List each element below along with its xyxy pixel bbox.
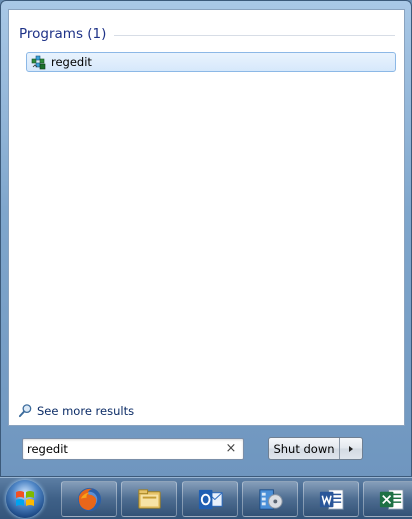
group-divider bbox=[114, 35, 395, 36]
search-box[interactable]: × bbox=[22, 438, 244, 460]
chevron-right-icon bbox=[349, 445, 353, 452]
start-menu: Programs (1) regedit See more results re… bbox=[0, 0, 412, 477]
outlook-icon bbox=[198, 489, 223, 510]
regedit-icon bbox=[31, 55, 46, 70]
shutdown-split-button: Shut down bbox=[268, 437, 363, 460]
excel-icon bbox=[379, 489, 404, 510]
shutdown-button[interactable]: Shut down bbox=[269, 438, 340, 459]
magnifier-icon bbox=[18, 404, 32, 418]
result-item-label: regedit bbox=[51, 55, 92, 69]
taskbar-media-button[interactable] bbox=[242, 481, 298, 517]
taskbar-excel-button[interactable] bbox=[363, 481, 412, 517]
windows-logo-icon bbox=[16, 491, 34, 506]
search-results-pane: Programs (1) regedit See more results bbox=[8, 9, 405, 426]
see-more-results-link[interactable]: See more results bbox=[18, 403, 134, 418]
taskbar-firefox-button[interactable] bbox=[61, 481, 117, 517]
see-more-label: See more results bbox=[37, 403, 135, 418]
search-input[interactable] bbox=[27, 440, 222, 458]
word-icon bbox=[319, 489, 344, 510]
firefox-icon bbox=[77, 487, 102, 512]
taskbar-explorer-button[interactable] bbox=[121, 481, 177, 517]
result-item-regedit[interactable]: regedit bbox=[26, 52, 396, 72]
taskbar-outlook-button[interactable] bbox=[182, 481, 238, 517]
results-group-header: Programs (1) bbox=[19, 26, 395, 42]
clear-search-icon[interactable]: × bbox=[224, 441, 238, 457]
programs-group-title: Programs (1) bbox=[19, 26, 107, 42]
explorer-icon bbox=[138, 489, 161, 509]
media-center-icon bbox=[259, 489, 283, 510]
taskbar-word-button[interactable] bbox=[303, 481, 359, 517]
shutdown-options-button[interactable] bbox=[340, 438, 362, 459]
start-button[interactable] bbox=[6, 480, 44, 518]
taskbar bbox=[0, 477, 412, 519]
